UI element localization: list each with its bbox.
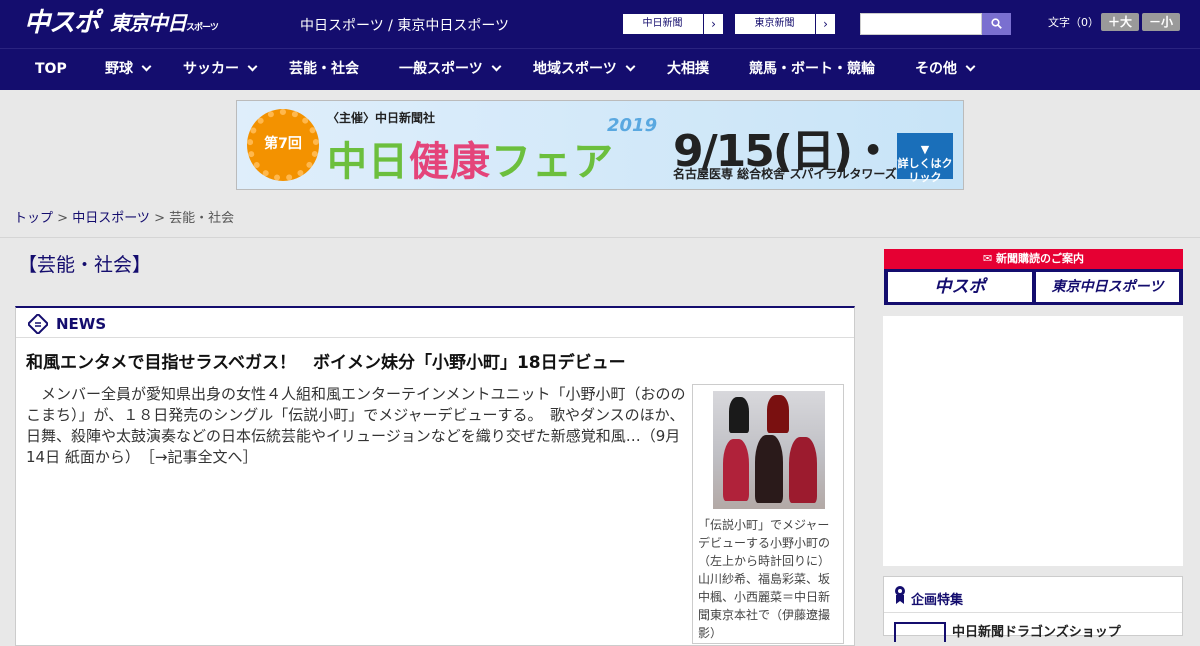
nav-label: 競馬・ボート・競輪 [749, 61, 875, 77]
nav-label: 大相撲 [667, 61, 709, 77]
nav-local-sports[interactable]: 地域スポーツ [533, 49, 636, 90]
photo-caption: 「伝説小町」でメジャーデビューする小野小町の（左上から時計回りに）山川紗希、福島… [698, 518, 831, 640]
flower-badge-icon: 第7回 [247, 109, 319, 181]
article-headline[interactable]: 和風エンタメで目指せラスベガス！ ボイメン妹分「小野小町」18日デビュー [26, 348, 626, 373]
font-smaller-button[interactable]: －小 [1142, 13, 1180, 31]
tokyo-shimbun-label: 東京新聞 [754, 18, 795, 29]
photo-figure [789, 437, 817, 503]
banner-cta-button[interactable]: ▼ 詳しくはクリック [897, 133, 953, 184]
photo-figure [723, 439, 749, 501]
subscription-title: ✉ 新聞購読のご案内 [884, 249, 1183, 269]
banner-venue: 名古屋医専 総合校舎 スパイラルタワーズ [673, 167, 897, 181]
health-fair-banner[interactable]: 第7回 〈主催〉中日新聞社 中日健康フェア 2019 9/15(日)・16(祝)… [236, 100, 964, 190]
photo-figure [767, 395, 789, 433]
breadcrumb-top[interactable]: トップ [14, 211, 53, 226]
ribbon-icon [895, 586, 905, 604]
chevron-right-icon: › [815, 14, 835, 34]
article-summary: メンバー全員が愛知県出身の女性４人組和風エンターテインメントユニット「小野小町（… [26, 384, 686, 468]
main-nav: TOP 野球 サッカー 芸能・社会 一般スポーツ 地域スポーツ 大相撲 競馬・ボ… [0, 48, 1200, 90]
subscribe-chuspo-button[interactable]: 中スポ [888, 272, 1032, 302]
banner-title: 中日健康フェア [327, 129, 614, 187]
nav-general-sports[interactable]: 一般スポーツ [399, 49, 502, 90]
font-size-label: 文字（0） [1048, 16, 1099, 29]
chunichi-shimbun-link[interactable]: 中日新聞 › [622, 13, 724, 35]
top-header: 中スポ 東京中日スポーツ 中日スポーツ / 東京中日スポーツ 中日新聞 › 東京… [0, 0, 1200, 48]
nav-label: 芸能・社会 [289, 61, 359, 77]
search-input[interactable] [860, 13, 982, 35]
breadcrumb-sep: > [53, 211, 73, 226]
tokyo-shimbun-link[interactable]: 東京新聞 › [734, 13, 836, 35]
article-photo-box: 「伝説小町」でメジャーデビューする小野小町の（左上から時計回りに）山川紗希、福島… [692, 384, 844, 644]
nav-label: 一般スポーツ [399, 61, 483, 77]
chevron-down-icon [141, 61, 152, 72]
feature-item-link[interactable]: 中日新聞ドラゴンズショップ [952, 621, 1121, 640]
nav-label: 野球 [105, 61, 133, 77]
banner-badge: 第7回 [264, 136, 302, 152]
feature-header: 企画特集 [884, 577, 1182, 613]
banner-year: 2019 [607, 115, 658, 136]
chevron-down-icon [491, 61, 502, 72]
sidebar-ad[interactable] [883, 316, 1183, 566]
site-title[interactable]: 中日スポーツ / 東京中日スポーツ [300, 15, 509, 35]
breadcrumb-sep: > [149, 211, 170, 226]
nav-racing[interactable]: 競馬・ボート・競輪 [749, 49, 875, 90]
breadcrumb-current: 芸能・社会 [169, 211, 235, 226]
feature-box: 企画特集 中日新聞ドラゴンズショップ [883, 576, 1183, 642]
read-more-link[interactable]: ［→記事全文へ］ [147, 448, 257, 466]
news-box: NEWS 和風エンタメで目指せラスベガス！ ボイメン妹分「小野小町」18日デビュ… [15, 306, 855, 646]
banner-title-c: フェア [491, 139, 614, 185]
subscribe-tokyo-button[interactable]: 東京中日スポーツ [1036, 272, 1179, 302]
chuspo-logo[interactable]: 中スポ [24, 8, 100, 40]
banner-title-b: 健康 [409, 139, 491, 185]
article-body: メンバー全員が愛知県出身の女性４人組和風エンターテインメントユニット「小野小町（… [26, 385, 686, 466]
subscription-title-text: 新聞購読のご案内 [996, 252, 1085, 265]
nav-soccer[interactable]: サッカー [183, 49, 258, 90]
newspaper-icon [28, 314, 48, 334]
breadcrumb: トップ > 中日スポーツ > 芸能・社会 [0, 200, 1200, 238]
nav-sumo[interactable]: 大相撲 [667, 49, 709, 90]
chevron-down-icon [247, 61, 258, 72]
photo-figure [729, 397, 749, 433]
chevron-right-icon: › [703, 14, 723, 34]
nav-other[interactable]: その他 [915, 49, 976, 90]
search-button[interactable] [982, 13, 1011, 35]
nav-label: TOP [35, 61, 67, 77]
tokyo-chunichi-logo[interactable]: 東京中日スポーツ [110, 8, 219, 40]
search-icon [991, 18, 1002, 29]
chevron-down-icon [965, 61, 976, 72]
nav-top[interactable]: TOP [35, 49, 67, 90]
nav-entertainment[interactable]: 芸能・社会 [289, 49, 359, 90]
photo-figure [755, 435, 783, 503]
feature-title: 企画特集 [911, 593, 964, 608]
nav-label: サッカー [183, 61, 239, 77]
chunichi-shimbun-label: 中日新聞 [642, 18, 683, 29]
tokyo-logo-sub: スポーツ [186, 23, 219, 33]
feature-thumbnail[interactable] [894, 622, 946, 642]
nav-label: その他 [915, 61, 957, 77]
subscription-box: ✉ 新聞購読のご案内 中スポ 東京中日スポーツ [884, 249, 1183, 305]
article-photo[interactable] [713, 391, 825, 509]
banner-host: 〈主催〉中日新聞社 [327, 111, 436, 125]
news-label: NEWS [56, 315, 107, 333]
chevron-down-icon [625, 61, 636, 72]
nav-label: 地域スポーツ [533, 61, 617, 77]
tokyo-logo-text: 東京中日 [110, 11, 187, 35]
breadcrumb-chunichi[interactable]: 中日スポーツ [72, 211, 150, 226]
page-title: 【芸能・社会】 [18, 254, 152, 276]
nav-baseball[interactable]: 野球 [105, 49, 152, 90]
banner-title-a: 中日 [327, 139, 409, 185]
font-larger-button[interactable]: ＋大 [1101, 13, 1139, 31]
news-header: NEWS [16, 308, 854, 338]
